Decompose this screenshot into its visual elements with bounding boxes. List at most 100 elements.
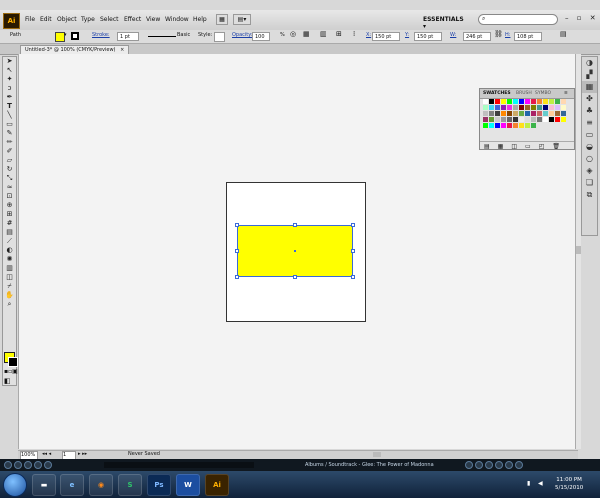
swatch[interactable] [495,99,500,104]
delete-icon[interactable]: 🗑 [552,143,560,150]
shape-builder-tool-icon[interactable]: ⊕ [3,201,16,210]
swatch[interactable] [549,111,554,116]
resize-handle-right[interactable] [351,249,355,253]
pen-tool-icon[interactable]: ✒ [3,93,16,102]
swatch[interactable] [501,111,506,116]
resize-handle-top-left[interactable] [235,223,239,227]
style-swatch[interactable] [214,32,225,42]
column-graph-tool-icon[interactable]: ▥ [3,264,16,273]
media-shuffle-icon[interactable] [465,461,473,469]
tab-brush[interactable]: BRUSH [516,90,532,97]
swatch[interactable] [525,123,530,128]
messenger-icon[interactable]: S [118,474,142,496]
opacity-field[interactable]: 100 [252,32,270,41]
color-mode-icons[interactable]: ▪▫▣ [4,368,18,375]
new-swatch-icon[interactable]: ◰ [539,143,545,150]
swatch[interactable] [501,105,506,110]
swatch[interactable] [507,123,512,128]
menu-file[interactable]: File [25,16,35,23]
rectangle-tool-icon[interactable]: ▭ [3,120,16,129]
lasso-tool-icon[interactable]: ↄ [3,84,16,93]
swatch[interactable] [543,111,548,116]
swatch[interactable] [531,123,536,128]
swatch[interactable] [495,111,500,116]
menu-edit[interactable]: Edit [40,16,52,23]
swatch[interactable] [555,117,560,122]
swatch[interactable] [531,117,536,122]
pencil-tool-icon[interactable]: ✏ [3,138,16,147]
artboards-panel-icon[interactable]: ⧉ [582,189,597,201]
rotate-tool-icon[interactable]: ↻ [3,165,16,174]
swatch[interactable] [561,99,566,104]
close-icon[interactable]: × [120,47,124,53]
stroke-panel-icon[interactable]: ≡ [582,117,597,129]
media-next-icon[interactable] [34,461,42,469]
swatch[interactable] [519,99,524,104]
slice-tool-icon[interactable]: ⌿ [3,282,16,291]
blend-tool-icon[interactable]: ◐ [3,246,16,255]
swatch[interactable] [531,111,536,116]
swatch[interactable] [513,117,518,122]
minimize-icon[interactable]: – [565,14,569,22]
tab-symbols[interactable]: SYMBO [535,90,551,97]
reference-point-icon[interactable]: ⁞ [353,30,355,38]
swatch[interactable] [525,117,530,122]
swatch[interactable] [513,111,518,116]
media-stop-icon[interactable] [4,461,12,469]
link-icon[interactable]: ⛓ [494,30,503,38]
swatch[interactable] [549,117,554,122]
y-label[interactable]: Y: [405,32,409,38]
swatch-grid[interactable] [483,99,571,129]
swatch[interactable] [495,117,500,122]
volume-icon[interactable]: ◀ [538,480,543,487]
swatch[interactable] [525,105,530,110]
panel-menu-icon[interactable]: ≡ [564,90,568,97]
swatch[interactable] [555,105,560,110]
swatch[interactable] [483,123,488,128]
zoom-tool-icon[interactable]: ⌕ [3,300,16,309]
brushes-panel-icon[interactable]: ✤ [582,93,597,105]
screen-mode-icon[interactable]: ◧ [4,377,11,385]
menu-object[interactable]: Object [57,16,77,23]
swatch[interactable] [537,105,542,110]
blob-brush-tool-icon[interactable]: ✐ [3,147,16,156]
w-label[interactable]: W: [450,32,456,38]
media-play-icon[interactable] [24,461,32,469]
selection-tool-icon[interactable]: ➤ [3,57,16,66]
resize-handle-left[interactable] [235,249,239,253]
swatch[interactable] [495,105,500,110]
swatches-panel-icon[interactable]: ▦ [582,81,597,93]
tab-swatches[interactable]: SWATCHES [483,90,511,97]
layers-panel-icon[interactable]: ❏ [582,177,597,189]
search-input[interactable]: ⌕ [478,14,558,25]
free-transform-tool-icon[interactable]: ⊡ [3,192,16,201]
menu-help[interactable]: Help [193,16,207,23]
menu-select[interactable]: Select [100,16,119,23]
swatch[interactable] [555,99,560,104]
symbols-panel-icon[interactable]: ♣ [582,105,597,117]
type-tool-icon[interactable]: T [3,102,16,111]
arrange-docs-icon[interactable]: ▤▾ [233,14,251,25]
menu-effect[interactable]: Effect [124,16,141,23]
swatch[interactable] [543,99,548,104]
eraser-tool-icon[interactable]: ▱ [3,156,16,165]
word-icon[interactable]: W [176,474,200,496]
explorer-icon[interactable]: ▬ [32,474,56,496]
paintbrush-tool-icon[interactable]: ✎ [3,129,16,138]
x-field[interactable]: 150 pt [372,32,400,41]
new-color-group-icon[interactable]: ▭ [525,143,531,150]
swatch[interactable] [489,105,494,110]
swatch[interactable] [483,117,488,122]
y-field[interactable]: 150 pt [414,32,442,41]
swatch[interactable] [507,111,512,116]
artboard-tool-icon[interactable]: ◫ [3,273,16,282]
system-clock[interactable]: 11:00 PM 5/15/2010 [555,476,583,492]
swatch[interactable] [525,99,530,104]
menu-window[interactable]: Window [165,16,189,23]
swatch[interactable] [537,111,542,116]
opacity-label[interactable]: Opacity: [232,32,253,38]
media-eject-icon[interactable] [515,461,523,469]
swatch[interactable] [525,111,530,116]
swatch[interactable] [561,105,566,110]
brush-name[interactable]: Basic [177,32,190,38]
